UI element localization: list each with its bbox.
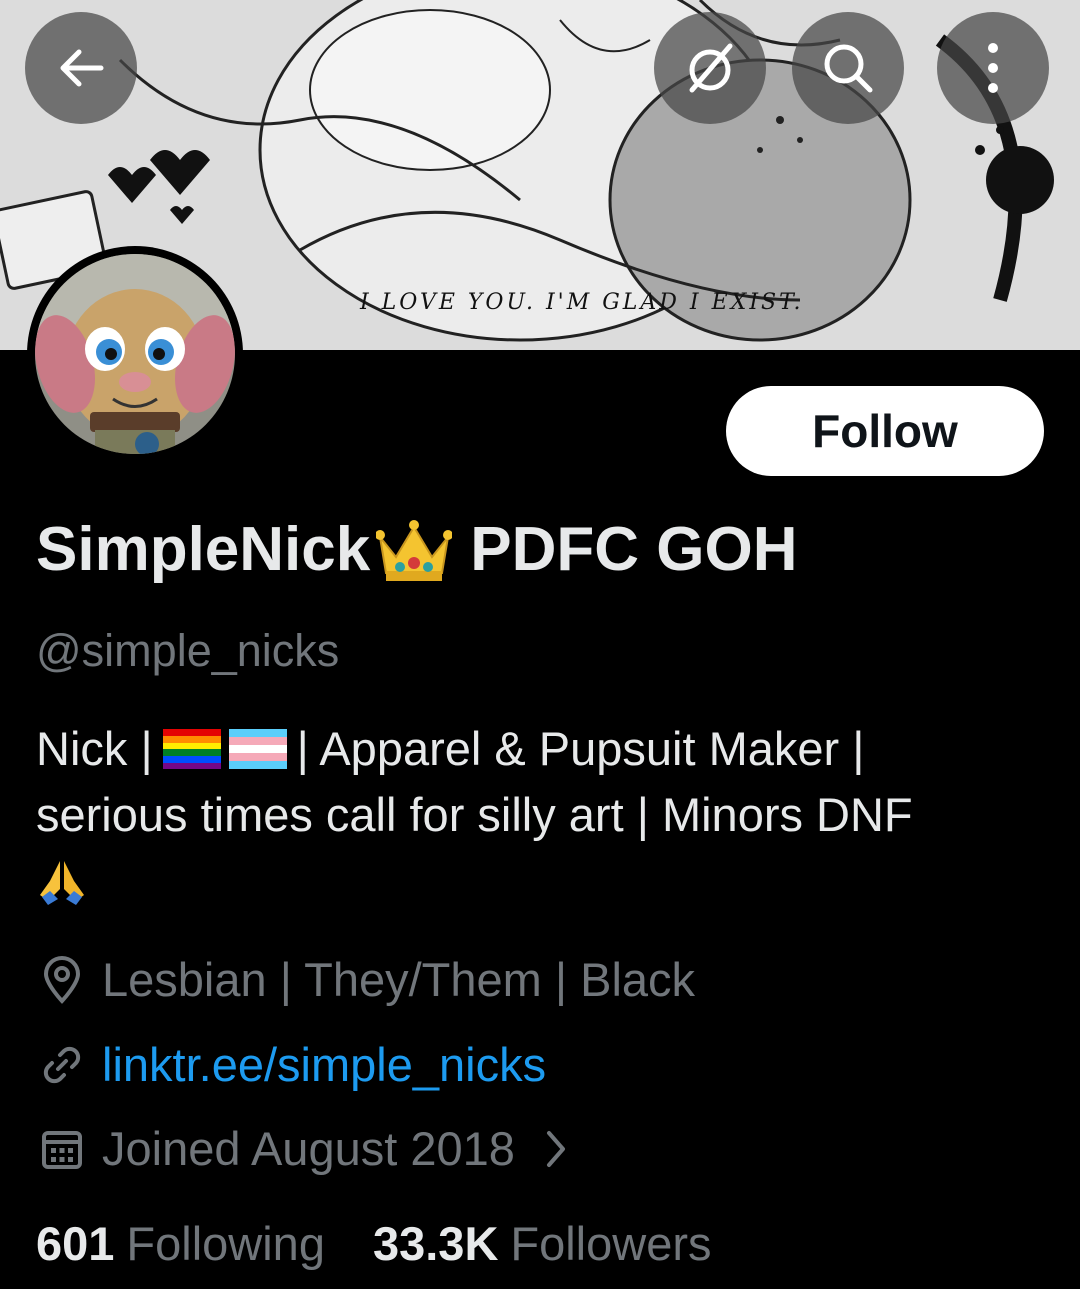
profile-joined-date: Joined August 2018 — [102, 1122, 515, 1175]
following-label: Following — [126, 1217, 325, 1270]
grok-button[interactable] — [654, 12, 766, 124]
chevron-right-icon — [546, 1130, 565, 1167]
profile-website-row: linktr.ee/simple_nicks — [36, 1037, 546, 1092]
followers-label: Followers — [510, 1217, 712, 1270]
profile-stats: 601 Following 33.3K Followers — [36, 1216, 760, 1271]
bio-text-rest: | Apparel & Pupsuit Maker | — [296, 722, 865, 775]
display-name-suffix: PDFC GOH — [470, 515, 798, 584]
rainbow-flag-icon — [162, 729, 221, 769]
followers-count: 33.3K — [372, 1217, 499, 1270]
profile-location-row: Lesbian | They/Them | Black — [36, 952, 695, 1007]
profile-location: Lesbian | They/Them | Black — [102, 953, 696, 1006]
search-icon — [824, 44, 873, 93]
back-button[interactable] — [25, 12, 137, 124]
bio-text-line2: serious times call for silly art | Minor… — [36, 788, 913, 841]
display-name: SimpleNick PDFC GOH — [36, 514, 797, 585]
followers-stat[interactable]: 33.3K Followers — [373, 1216, 712, 1271]
following-stat[interactable]: 601 Following — [36, 1216, 325, 1271]
follow-button[interactable]: Follow — [726, 386, 1044, 476]
handle: @simple_nicks — [36, 625, 340, 676]
location-pin-icon — [43, 955, 81, 1004]
more-button[interactable] — [937, 12, 1049, 124]
following-count: 601 — [36, 1217, 115, 1270]
more-vertical-icon — [988, 43, 998, 93]
arrow-left-icon — [60, 49, 104, 87]
crown-emoji-icon — [376, 519, 453, 581]
link-icon — [43, 1046, 81, 1083]
profile-website-link[interactable]: linktr.ee/simple_nicks — [102, 1037, 546, 1092]
display-name-text: SimpleNick — [36, 515, 371, 584]
banner-caption: I LOVE YOU. I'M GLAD I EXIST. — [360, 290, 804, 315]
avatar[interactable] — [27, 246, 243, 462]
search-button[interactable] — [792, 12, 904, 124]
calendar-icon — [42, 1130, 82, 1169]
profile-joined-row[interactable]: Joined August 2018 — [36, 1121, 567, 1176]
bio: Nick | | Apparel & Pupsuit Maker | serio… — [36, 716, 1046, 914]
slashed-circle-icon — [689, 43, 733, 93]
bio-text-start: Nick | — [36, 722, 153, 775]
folded-hands-emoji-icon — [40, 861, 84, 905]
transgender-flag-icon — [228, 729, 287, 769]
avatar-image — [35, 254, 235, 454]
